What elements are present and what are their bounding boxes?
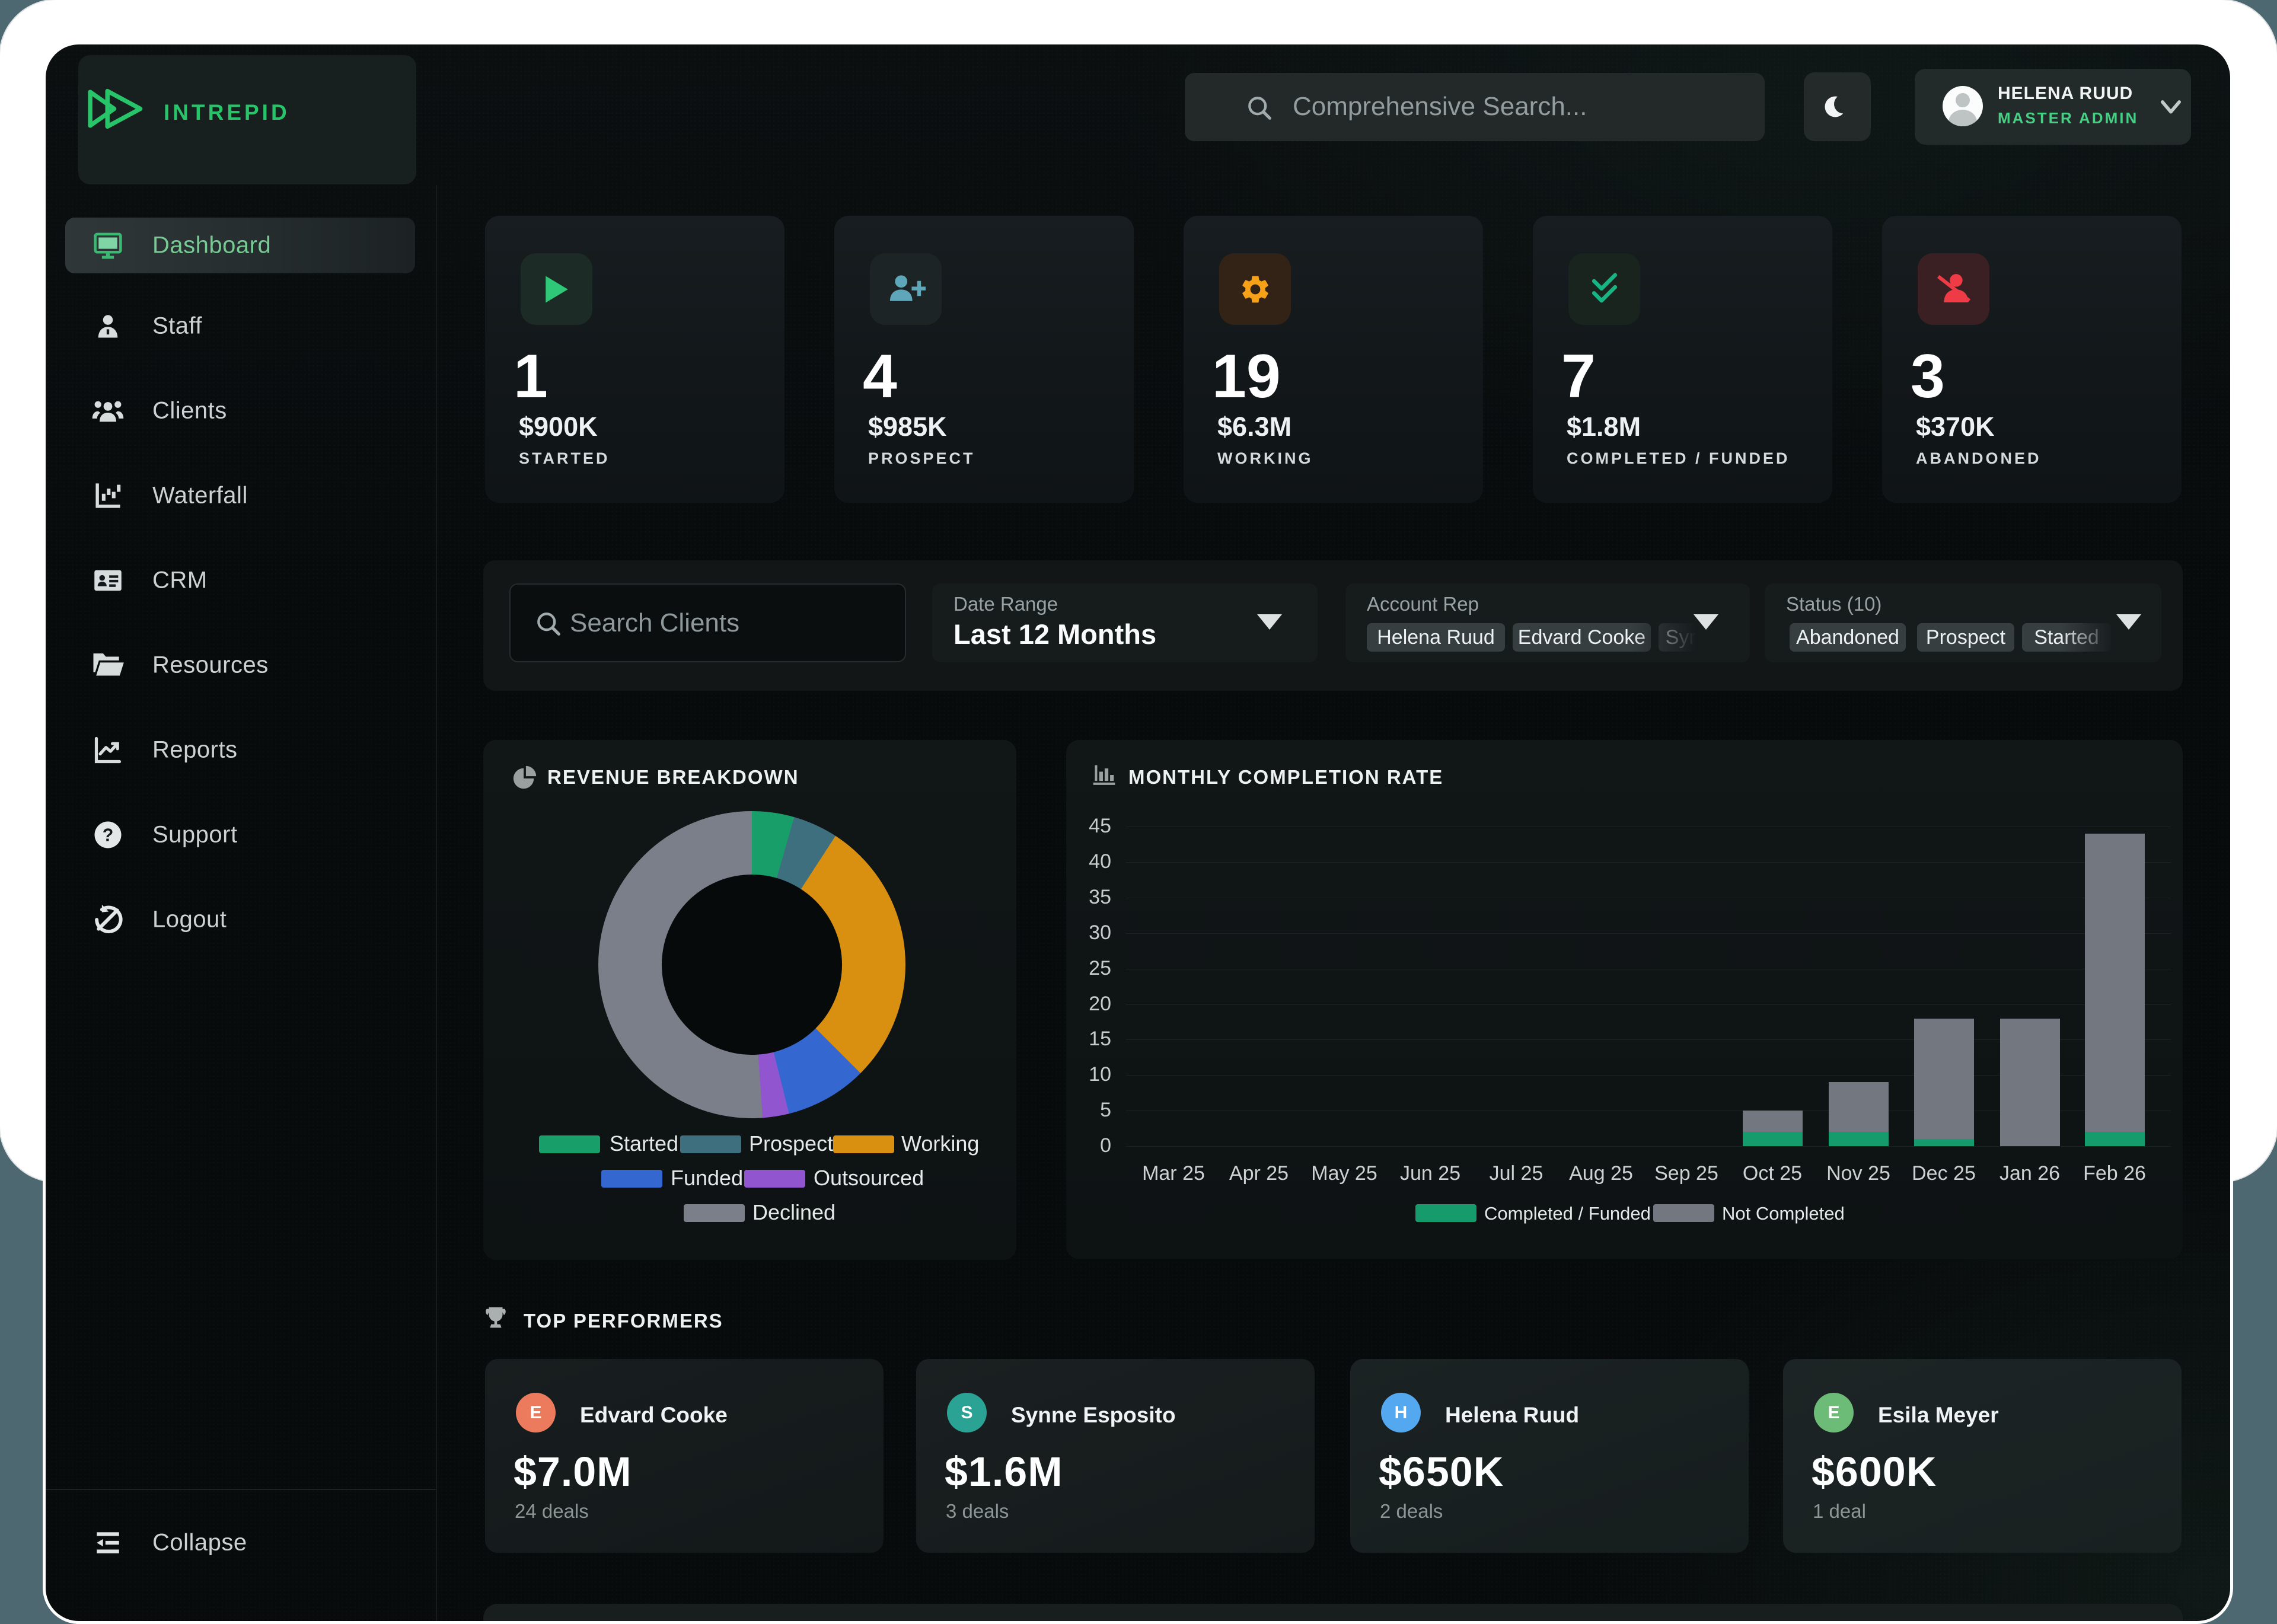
svg-text:?: ?	[103, 825, 114, 845]
